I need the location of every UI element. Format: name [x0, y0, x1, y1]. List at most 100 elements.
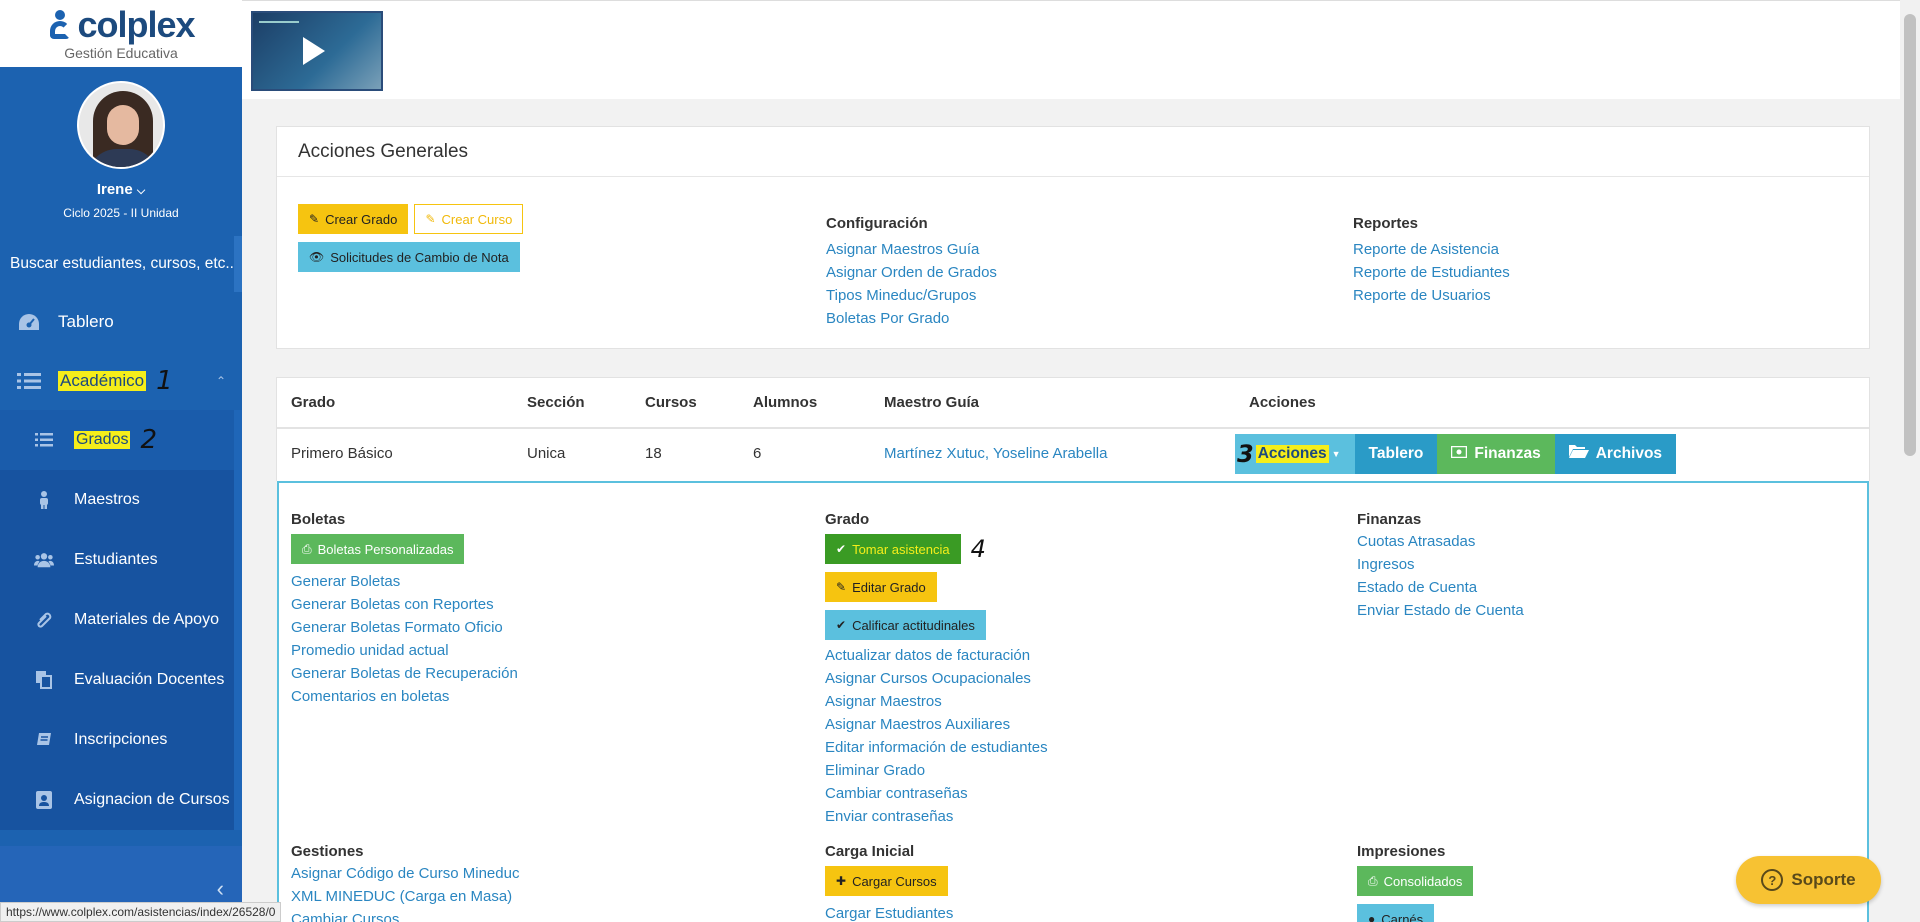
sidebar-search[interactable]: Buscar estudiantes, cursos, etc...	[0, 236, 242, 292]
print-icon: ⎙	[302, 541, 312, 556]
user-menu-toggle[interactable]: Irene ⌵	[0, 181, 242, 198]
brand-name: colplex	[77, 3, 195, 45]
column-header: Maestro Guía	[870, 378, 1235, 429]
panel-title: Acciones Generales	[277, 127, 1869, 177]
report-link[interactable]: Reporte de Asistencia	[1353, 238, 1510, 261]
sidebar-item-tablero[interactable]: Tablero	[0, 292, 242, 351]
edit-icon: ✎	[425, 212, 436, 226]
sidebar-submenu: Grados 2 Maestros Estudiantes Materiales…	[0, 410, 242, 830]
cell-grado: Primero Básico	[291, 445, 393, 462]
sidebar-item-evaluacion-docentes[interactable]: Evaluación Docentes	[0, 650, 234, 710]
scrollbar[interactable]	[1900, 0, 1920, 922]
brand-logo[interactable]: colplex Gestión Educativa	[0, 0, 242, 67]
grado-link[interactable]: Asignar Maestros	[825, 690, 1048, 713]
report-link[interactable]: Reporte de Usuarios	[1353, 284, 1510, 307]
config-link[interactable]: Asignar Orden de Grados	[826, 261, 997, 284]
create-grade-button[interactable]: ✎ Crear Grado	[298, 204, 409, 234]
acciones-dropdown-menu: Boletas ⎙ Boletas Personalizadas Generar…	[277, 481, 1869, 922]
grado-link[interactable]: Enviar contraseñas	[825, 805, 1048, 828]
avatar	[77, 81, 165, 169]
id-card-icon	[34, 791, 54, 809]
cargar-cursos-button[interactable]: ✚ Cargar Cursos	[825, 866, 948, 896]
top-bar	[242, 0, 1900, 99]
grado-link[interactable]: Actualizar datos de facturación	[825, 644, 1048, 667]
finanzas-link[interactable]: Estado de Cuenta	[1357, 576, 1524, 599]
finanzas-link[interactable]: Cuotas Atrasadas	[1357, 530, 1524, 553]
sidebar-search-text: Buscar estudiantes, cursos, etc...	[10, 255, 239, 272]
config-link[interactable]: Boletas Por Grado	[826, 307, 997, 330]
video-thumbnail[interactable]	[251, 11, 383, 91]
sidebar-item-label: Estudiantes	[74, 551, 158, 568]
acciones-dropdown-button[interactable]: 3 Acciones ▼	[1235, 433, 1355, 474]
finanzas-link[interactable]: Ingresos	[1357, 553, 1524, 576]
boletas-link[interactable]: Generar Boletas Formato Oficio	[291, 616, 518, 639]
sidebar: colplex Gestión Educativa Irene ⌵ Ciclo …	[0, 0, 242, 922]
sidebar-item-grados[interactable]: Grados 2	[0, 410, 234, 470]
scrollbar-thumb[interactable]	[1904, 14, 1916, 456]
user-profile: Irene ⌵ Ciclo 2025 - II Unidad	[0, 67, 242, 220]
grado-title: Grado	[825, 511, 870, 528]
plus-icon: ✚	[836, 874, 847, 888]
grado-link[interactable]: Cambiar contraseñas	[825, 782, 1048, 805]
support-button[interactable]: ? Soporte	[1736, 856, 1881, 904]
carga-link[interactable]: Cargar Estudiantes	[825, 902, 953, 922]
sidebar-item-label: Materiales de Apoyo	[74, 611, 219, 628]
check-icon: ✔	[836, 542, 847, 556]
change-requests-button[interactable]: 👁 Solicitudes de Cambio de Nota	[298, 242, 520, 272]
chevron-up-icon: ⌃	[215, 373, 226, 388]
column-header: Alumnos	[739, 378, 870, 429]
edit-grade-button[interactable]: ✎ Editar Grado	[825, 572, 937, 602]
impresiones-title: Impresiones	[1357, 843, 1446, 860]
sidebar-item-materiales[interactable]: Materiales de Apoyo	[0, 590, 234, 650]
grado-link[interactable]: Editar información de estudiantes	[825, 736, 1048, 759]
sidebar-item-maestros[interactable]: Maestros	[0, 470, 234, 530]
sidebar-item-asignacion-cursos[interactable]: Asignacion de Cursos	[0, 770, 234, 830]
boletas-title: Boletas	[291, 511, 346, 528]
sidebar-item-label: Maestros	[74, 491, 140, 508]
boletas-link[interactable]: Generar Boletas de Recuperación	[291, 662, 518, 685]
boletas-link[interactable]: Generar Boletas con Reportes	[291, 593, 518, 616]
gestiones-link[interactable]: Cambiar Cursos	[291, 908, 519, 922]
boletas-link[interactable]: Generar Boletas	[291, 570, 518, 593]
carga-title: Carga Inicial	[825, 843, 915, 860]
config-links: Asignar Maestros Guía Asignar Orden de G…	[826, 238, 997, 330]
tablero-button[interactable]: Tablero	[1354, 433, 1438, 474]
sidebar-item-academico[interactable]: Académico 1 ⌃	[0, 351, 242, 410]
calificar-actitudinales-button[interactable]: ✔ Calificar actitudinales	[825, 610, 986, 640]
teacher-link[interactable]: Martínez Xutuc, Yoseline Arabella	[884, 445, 1107, 462]
sidebar-item-estudiantes[interactable]: Estudiantes	[0, 530, 234, 590]
chevron-left-icon[interactable]: ‹	[217, 876, 224, 902]
archivos-button[interactable]: Archivos	[1554, 433, 1677, 474]
report-link[interactable]: Reporte de Estudiantes	[1353, 261, 1510, 284]
finanzas-button[interactable]: Finanzas	[1437, 433, 1555, 474]
finanzas-link[interactable]: Enviar Estado de Cuenta	[1357, 599, 1524, 622]
config-link[interactable]: Asignar Maestros Guía	[826, 238, 997, 261]
grades-table-panel: Grado Sección Cursos Alumnos Maestro Guí…	[276, 377, 1870, 481]
sidebar-item-inscripciones[interactable]: Inscripciones	[0, 710, 234, 770]
impresiones-column: Impresiones ⎙ Consolidados ● Carnés	[1357, 843, 1474, 922]
boletas-link[interactable]: Promedio unidad actual	[291, 639, 518, 662]
column-header: Cursos	[631, 378, 739, 429]
colplex-logo-icon	[47, 9, 73, 40]
config-link[interactable]: Tipos Mineduc/Grupos	[826, 284, 997, 307]
grado-link[interactable]: Asignar Cursos Ocupacionales	[825, 667, 1048, 690]
report-links: Reporte de Asistencia Reporte de Estudia…	[1353, 238, 1510, 307]
status-url: https://www.colplex.com/asistencias/inde…	[0, 902, 282, 922]
grado-link[interactable]: Asignar Maestros Auxiliares	[825, 713, 1048, 736]
annotation-1: 1	[156, 365, 173, 396]
create-course-button[interactable]: ✎ Crear Curso	[414, 204, 524, 234]
tomar-asistencia-button[interactable]: ✔ Tomar asistencia	[825, 534, 961, 564]
gestiones-link[interactable]: Asignar Código de Curso Mineduc	[291, 862, 519, 885]
gestiones-link[interactable]: XML MINEDUC (Carga en Masa)	[291, 885, 519, 908]
boletas-personalizadas-button[interactable]: ⎙ Boletas Personalizadas	[291, 534, 465, 564]
gestiones-links: Asignar Código de Curso Mineduc XML MINE…	[291, 862, 519, 922]
gestiones-title: Gestiones	[291, 843, 364, 860]
config-column: Configuración Asignar Maestros Guía Asig…	[826, 215, 997, 330]
table-row: Primero Básico Unica 18 6 Martínez Xutuc…	[277, 428, 1869, 478]
boletas-link[interactable]: Comentarios en boletas	[291, 685, 518, 708]
boletas-column: Boletas ⎙ Boletas Personalizadas Generar…	[291, 511, 518, 708]
carnes-button[interactable]: ● Carnés	[1357, 904, 1435, 922]
consolidados-button[interactable]: ⎙ Consolidados	[1357, 866, 1474, 896]
grado-link[interactable]: Eliminar Grado	[825, 759, 1048, 782]
money-icon	[1451, 445, 1468, 463]
